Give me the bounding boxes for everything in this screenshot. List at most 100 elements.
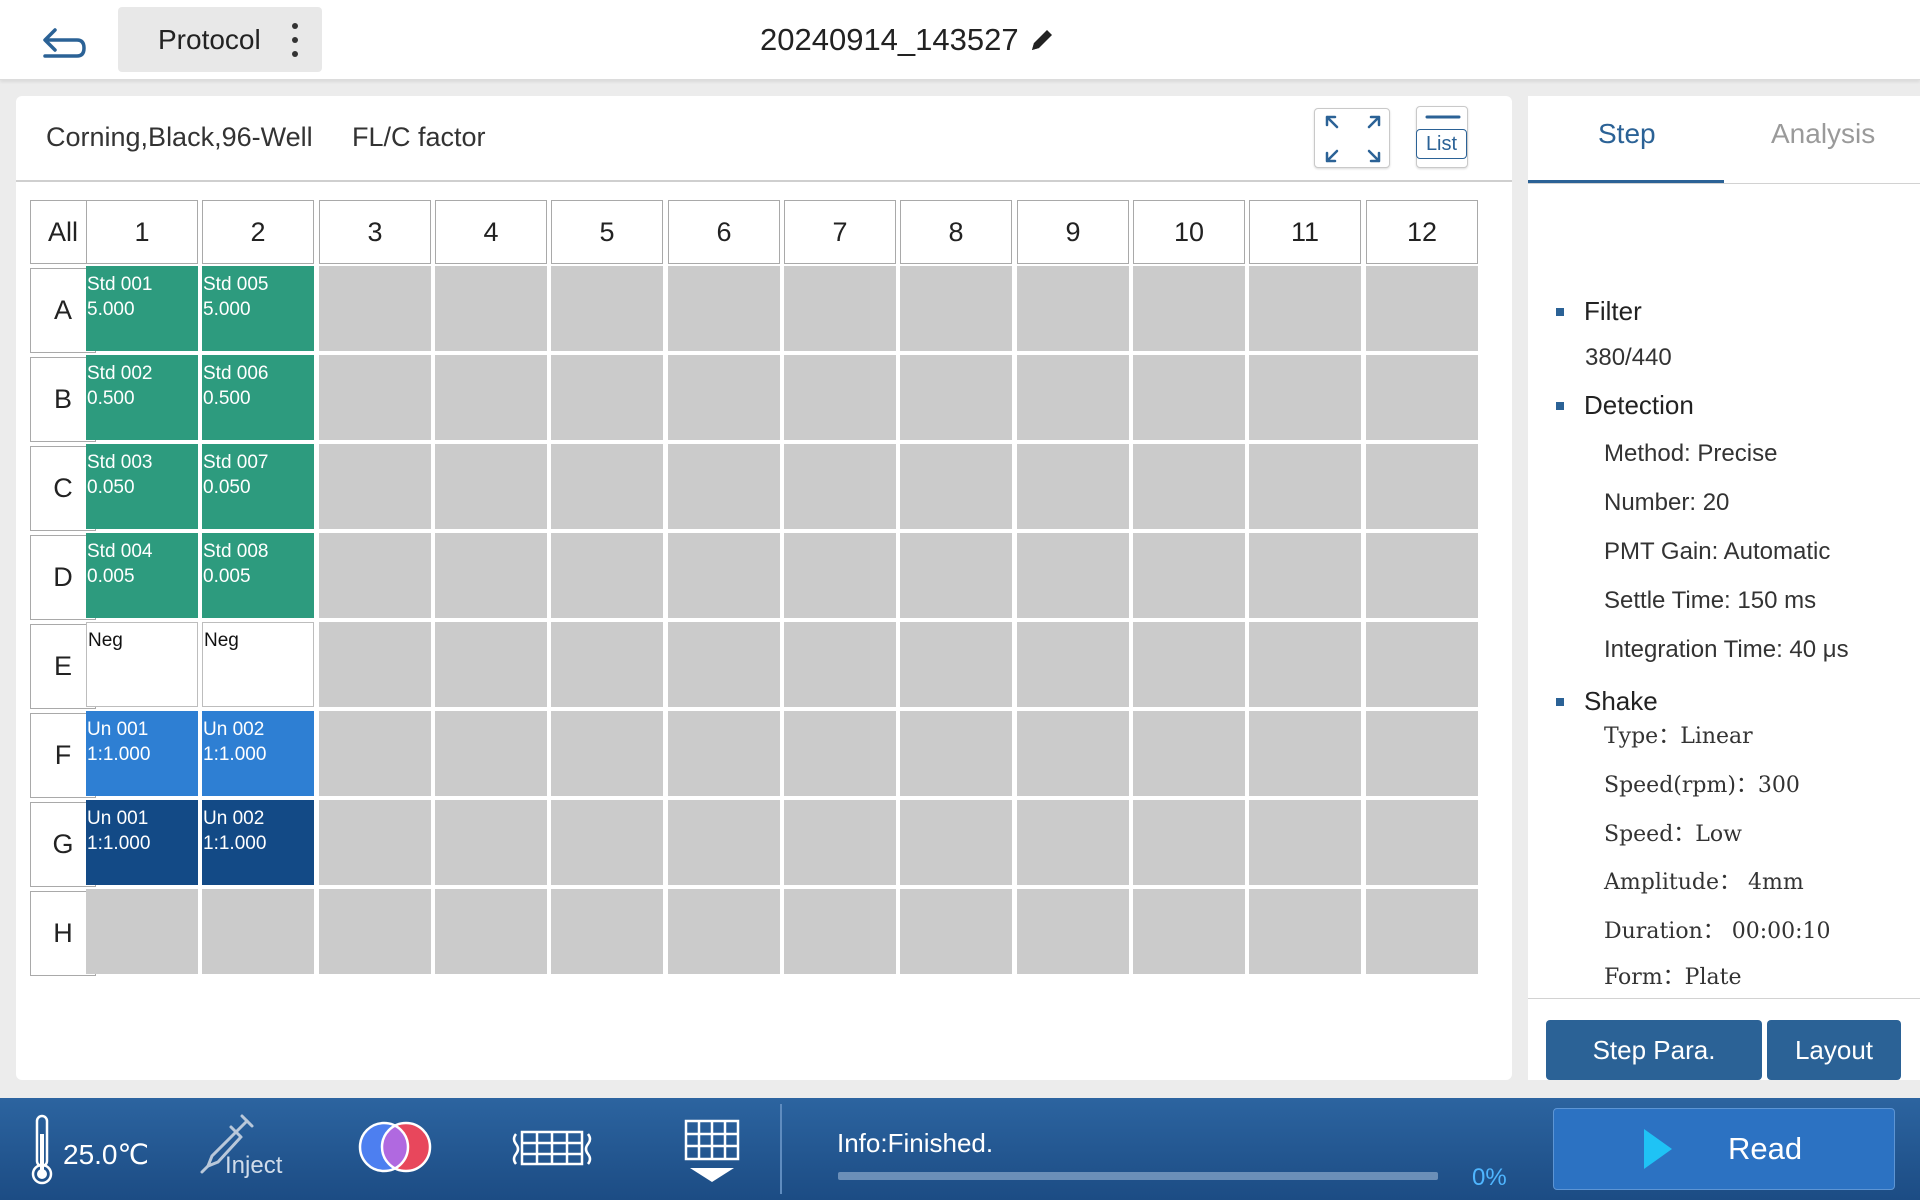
well-B10[interactable]: [1133, 355, 1245, 440]
well-H6[interactable]: [668, 889, 780, 974]
well-F2[interactable]: Un 002 1:1.000: [202, 711, 314, 796]
well-H4[interactable]: [435, 889, 547, 974]
well-E10[interactable]: [1133, 622, 1245, 707]
experiment-title[interactable]: 20240914_143527: [760, 20, 1055, 60]
well-H11[interactable]: [1249, 889, 1361, 974]
well-D7[interactable]: [784, 533, 896, 618]
well-E6[interactable]: [668, 622, 780, 707]
well-E5[interactable]: [551, 622, 663, 707]
well-G5[interactable]: [551, 800, 663, 885]
well-B8[interactable]: [900, 355, 1012, 440]
well-H10[interactable]: [1133, 889, 1245, 974]
well-G1[interactable]: Un 001 1:1.000: [86, 800, 198, 885]
well-F5[interactable]: [551, 711, 663, 796]
well-D11[interactable]: [1249, 533, 1361, 618]
well-G4[interactable]: [435, 800, 547, 885]
well-C5[interactable]: [551, 444, 663, 529]
well-B7[interactable]: [784, 355, 896, 440]
well-C2[interactable]: Std 007 0.050: [202, 444, 314, 529]
well-A2[interactable]: Std 005 5.000: [202, 266, 314, 351]
well-D3[interactable]: [319, 533, 431, 618]
filter-circles-icon[interactable]: [356, 1120, 434, 1174]
well-E7[interactable]: [784, 622, 896, 707]
well-H12[interactable]: [1366, 889, 1478, 974]
well-E11[interactable]: [1249, 622, 1361, 707]
well-E4[interactable]: [435, 622, 547, 707]
well-G6[interactable]: [668, 800, 780, 885]
tab-step[interactable]: Step: [1598, 118, 1656, 150]
well-C11[interactable]: [1249, 444, 1361, 529]
well-G10[interactable]: [1133, 800, 1245, 885]
well-G8[interactable]: [900, 800, 1012, 885]
well-D12[interactable]: [1366, 533, 1478, 618]
well-D8[interactable]: [900, 533, 1012, 618]
well-H7[interactable]: [784, 889, 896, 974]
well-F10[interactable]: [1133, 711, 1245, 796]
well-B2[interactable]: Std 006 0.500: [202, 355, 314, 440]
step-para-button[interactable]: Step Para.: [1546, 1020, 1762, 1080]
well-C3[interactable]: [319, 444, 431, 529]
well-E2[interactable]: Neg: [202, 622, 314, 707]
well-G2[interactable]: Un 002 1:1.000: [202, 800, 314, 885]
well-F3[interactable]: [319, 711, 431, 796]
well-H1[interactable]: [86, 889, 198, 974]
well-B12[interactable]: [1366, 355, 1478, 440]
well-D10[interactable]: [1133, 533, 1245, 618]
column-header-5[interactable]: 5: [551, 200, 663, 264]
read-button[interactable]: Read: [1553, 1108, 1895, 1190]
well-B1[interactable]: Std 002 0.500: [86, 355, 198, 440]
column-header-10[interactable]: 10: [1133, 200, 1245, 264]
well-G11[interactable]: [1249, 800, 1361, 885]
column-header-4[interactable]: 4: [435, 200, 547, 264]
well-D4[interactable]: [435, 533, 547, 618]
well-G3[interactable]: [319, 800, 431, 885]
well-B3[interactable]: [319, 355, 431, 440]
well-E12[interactable]: [1366, 622, 1478, 707]
protocol-menu-button[interactable]: Protocol: [118, 7, 322, 72]
well-A7[interactable]: [784, 266, 896, 351]
well-C1[interactable]: Std 003 0.050: [86, 444, 198, 529]
layout-button[interactable]: Layout: [1767, 1020, 1901, 1080]
well-B11[interactable]: [1249, 355, 1361, 440]
well-C7[interactable]: [784, 444, 896, 529]
well-A8[interactable]: [900, 266, 1012, 351]
well-A11[interactable]: [1249, 266, 1361, 351]
well-A1[interactable]: Std 001 5.000: [86, 266, 198, 351]
well-G9[interactable]: [1017, 800, 1129, 885]
well-A5[interactable]: [551, 266, 663, 351]
back-button[interactable]: [32, 14, 92, 66]
layout-table-icon[interactable]: [682, 1118, 742, 1184]
well-H9[interactable]: [1017, 889, 1129, 974]
column-header-9[interactable]: 9: [1017, 200, 1129, 264]
well-F4[interactable]: [435, 711, 547, 796]
well-A10[interactable]: [1133, 266, 1245, 351]
column-header-6[interactable]: 6: [668, 200, 780, 264]
column-header-3[interactable]: 3: [319, 200, 431, 264]
well-A6[interactable]: [668, 266, 780, 351]
well-E3[interactable]: [319, 622, 431, 707]
column-header-12[interactable]: 12: [1366, 200, 1478, 264]
well-C4[interactable]: [435, 444, 547, 529]
well-A12[interactable]: [1366, 266, 1478, 351]
well-B5[interactable]: [551, 355, 663, 440]
well-C12[interactable]: [1366, 444, 1478, 529]
well-H8[interactable]: [900, 889, 1012, 974]
well-D5[interactable]: [551, 533, 663, 618]
well-B4[interactable]: [435, 355, 547, 440]
well-A4[interactable]: [435, 266, 547, 351]
well-G12[interactable]: [1366, 800, 1478, 885]
well-G7[interactable]: [784, 800, 896, 885]
well-F1[interactable]: Un 001 1:1.000: [86, 711, 198, 796]
pencil-icon[interactable]: [1029, 27, 1055, 53]
well-C9[interactable]: [1017, 444, 1129, 529]
column-header-1[interactable]: 1: [86, 200, 198, 264]
well-B6[interactable]: [668, 355, 780, 440]
well-H5[interactable]: [551, 889, 663, 974]
well-B9[interactable]: [1017, 355, 1129, 440]
well-C6[interactable]: [668, 444, 780, 529]
well-H2[interactable]: [202, 889, 314, 974]
well-A9[interactable]: [1017, 266, 1129, 351]
column-header-11[interactable]: 11: [1249, 200, 1361, 264]
well-E9[interactable]: [1017, 622, 1129, 707]
well-D9[interactable]: [1017, 533, 1129, 618]
